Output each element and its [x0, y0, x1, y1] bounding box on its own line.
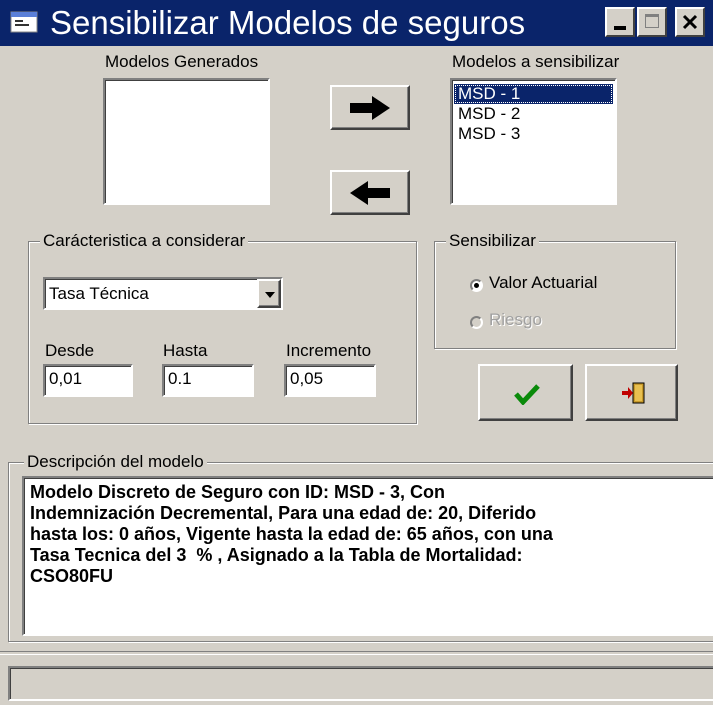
incremento-label: Incremento — [286, 341, 372, 360]
exit-button[interactable] — [585, 364, 678, 421]
modelos-generados-label: Modelos Generados — [105, 52, 259, 71]
list-item[interactable]: MSD - 3 — [454, 124, 613, 144]
radio-dot — [474, 283, 479, 288]
valor-actuarial-label[interactable]: Valor Actuarial — [489, 273, 597, 293]
descripcion-text: Modelo Discreto de Seguro con ID: MSD - … — [30, 482, 553, 586]
desde-value: 0,01 — [49, 369, 83, 388]
incremento-value: 0,05 — [290, 369, 324, 388]
arrow-right-icon — [350, 96, 390, 120]
exit-door-icon — [622, 382, 645, 404]
separator — [0, 651, 713, 655]
window-title: Sensibilizar Modelos de seguros — [50, 4, 526, 41]
close-button[interactable] — [675, 7, 705, 37]
maximize-icon — [645, 14, 659, 28]
ok-button[interactable] — [478, 364, 573, 421]
checkmark-icon — [514, 384, 540, 405]
sensibilizar-group — [434, 241, 676, 349]
minimize-button[interactable] — [605, 7, 635, 37]
list-item[interactable]: MSD - 2 — [454, 104, 613, 124]
hasta-value: 0.1 — [168, 369, 192, 388]
modelos-generados-list[interactable] — [103, 78, 270, 205]
desde-label: Desde — [45, 341, 95, 360]
caracteristica-group-label: Carácteristica a considerar — [40, 231, 249, 251]
modelos-a-sensibilizar-label: Modelos a sensibilizar — [452, 52, 620, 71]
list-item[interactable]: MSD - 1 — [454, 84, 613, 104]
riesgo-label[interactable]: Riesgo — [489, 310, 542, 330]
incremento-input[interactable]: 0,05 — [284, 364, 376, 397]
status-text — [10, 668, 713, 674]
combo-value: Tasa Técnica — [49, 284, 149, 303]
status-bar — [8, 666, 713, 701]
sensibilizar-group-label: Sensibilizar — [446, 231, 539, 251]
caracteristica-combo[interactable]: Tasa Técnica — [43, 277, 283, 310]
title-bar[interactable]: Sensibilizar Modelos de seguros — [0, 0, 713, 46]
combo-dropdown-button[interactable] — [257, 279, 281, 308]
radio-riesgo[interactable] — [470, 316, 483, 329]
desde-input[interactable]: 0,01 — [43, 364, 133, 397]
descripcion-group-label: Descripción del modelo — [24, 452, 207, 472]
maximize-button[interactable] — [637, 7, 667, 37]
modelos-a-sensibilizar-list[interactable]: MSD - 1 MSD - 2 MSD - 3 — [450, 78, 617, 205]
move-left-button[interactable] — [330, 170, 410, 215]
radio-valor-actuarial[interactable] — [470, 279, 483, 292]
chevron-down-icon — [265, 292, 275, 298]
descripcion-textbox[interactable]: Modelo Discreto de Seguro con ID: MSD - … — [22, 476, 713, 636]
arrow-left-icon — [350, 181, 390, 205]
close-icon — [682, 14, 698, 30]
move-right-button[interactable] — [330, 85, 410, 130]
minimize-icon — [614, 26, 626, 30]
hasta-input[interactable]: 0.1 — [162, 364, 254, 397]
hasta-label: Hasta — [163, 341, 208, 360]
app-icon — [10, 11, 38, 33]
